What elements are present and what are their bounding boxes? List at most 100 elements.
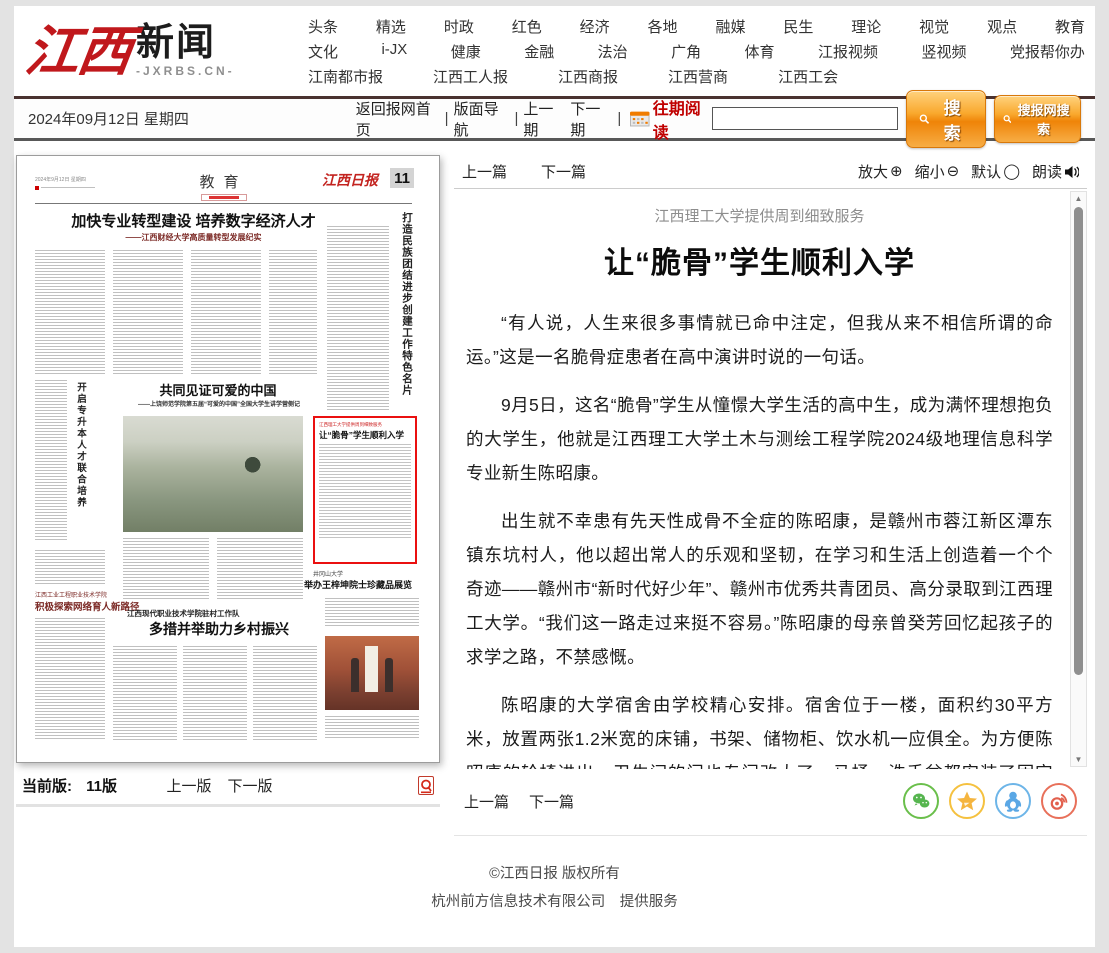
nav-item-jingji[interactable]: 经济: [580, 16, 610, 37]
nav-item-gongrenbao[interactable]: 江西工人报: [433, 66, 508, 87]
nav-item-jiangbao-video[interactable]: 江报视频: [818, 41, 878, 62]
newspaper-page-thumbnail[interactable]: 2024年9月12日 星期四 教育 江西日报 11 加快专业转型建设 培养数字经…: [16, 155, 440, 763]
mini-section-tag: [201, 194, 247, 201]
mini-box-title: 让“脆骨”学生顺利入学: [319, 430, 411, 441]
nav-item-shu-video[interactable]: 竖视频: [921, 41, 966, 62]
nav-item-gedi[interactable]: 各地: [648, 16, 678, 37]
search-input[interactable]: [712, 107, 898, 130]
fake-text-column: [325, 598, 419, 628]
scrollbar-thumb[interactable]: [1074, 207, 1083, 675]
weibo-icon: [1048, 790, 1070, 812]
mini-header-rule: [35, 203, 412, 204]
copyright-line: ©江西日报 版权所有: [14, 860, 1095, 888]
zoom-in-label: 放大: [858, 161, 888, 182]
next-article-link-bottom[interactable]: 下一篇: [529, 791, 574, 812]
nav-item-shizheng[interactable]: 时政: [444, 16, 474, 37]
nav-item-jiangnan[interactable]: 江南都市报: [308, 66, 383, 87]
prev-article-link-top[interactable]: 上一篇: [462, 161, 507, 182]
nav-row-1: 头条 精选 时政 红色 经济 各地 融媒 民生 理论 视觉 观点 教育: [308, 16, 1085, 37]
mini-photo-figure: [351, 658, 359, 692]
prev-issue-link[interactable]: 上一期: [523, 98, 565, 140]
nav-item-guandian[interactable]: 观点: [987, 16, 1017, 37]
article-scrollbar[interactable]: ▲ ▼: [1070, 191, 1087, 767]
mini-box-kicker: 江西理工大学提供周到细致服务: [319, 422, 411, 428]
prev-article-link-bottom[interactable]: 上一篇: [464, 791, 509, 812]
nav-item-dangbao[interactable]: 党报帮你办: [1010, 41, 1085, 62]
article-scroll-area: 江西理工大学提供周到细致服务 让“脆骨”学生顺利入学 “有人说，人生来很多事情就…: [454, 189, 1087, 769]
nav-item-gonghui[interactable]: 江西工会: [778, 66, 838, 87]
nav-item-yingshang[interactable]: 江西营商: [668, 66, 728, 87]
nav-item-lilun[interactable]: 理论: [851, 16, 881, 37]
article-toolbar: 上一篇 下一篇 放大 ⊕ 缩小 ⊖ 默认 ◯: [454, 155, 1087, 189]
search-button[interactable]: 搜 索: [906, 90, 985, 148]
share-wechat-button[interactable]: [903, 783, 939, 819]
site-search-button[interactable]: 搜报网搜索: [994, 95, 1081, 143]
read-aloud-button[interactable]: 朗读: [1032, 161, 1079, 182]
nav-item-wenhua[interactable]: 文化: [308, 41, 338, 62]
pdf-download-icon[interactable]: [418, 776, 434, 795]
site-footer: ©江西日报 版权所有 杭州前方信息技术有限公司 提供服务: [14, 836, 1095, 943]
calendar-icon: [630, 111, 650, 127]
wechat-icon: [911, 791, 931, 811]
fake-text-column: [123, 538, 209, 600]
page-thumbnail-column: 2024年9月12日 星期四 教育 江西日报 11 加快专业转型建设 培养数字经…: [16, 155, 440, 836]
current-page-value: 11版: [86, 778, 117, 795]
mini-headline-5: 多措并举助力乡村振兴: [113, 619, 325, 639]
nav-item-jingxuan[interactable]: 精选: [376, 16, 406, 37]
prev-page-link[interactable]: 上一版: [167, 775, 212, 796]
mini-vertical-headline-left: 开启专升本人才联合培养: [73, 382, 87, 542]
back-home-link[interactable]: 返回报网首页: [356, 98, 440, 140]
speaker-icon: [1064, 165, 1079, 179]
nav-item-guangjiao[interactable]: 广角: [671, 41, 701, 62]
scroll-up-arrow[interactable]: ▲: [1071, 194, 1086, 203]
article-paragraph: 陈昭康的大学宿舍由学校精心安排。宿舍位于一楼，面积约30平方米，放置两张1.2米…: [466, 688, 1053, 769]
article-column: 上一篇 下一篇 放大 ⊕ 缩小 ⊖ 默认 ◯: [454, 155, 1087, 836]
zoom-out-button[interactable]: 缩小 ⊖: [915, 161, 960, 182]
article-title: 让“脆骨”学生顺利入学: [466, 238, 1053, 282]
archive-link[interactable]: 往期阅读: [630, 95, 712, 143]
highlighted-article-box[interactable]: 江西理工大学提供周到细致服务 让“脆骨”学生顺利入学: [313, 416, 417, 564]
share-weibo-button[interactable]: [1041, 783, 1077, 819]
issue-links: 返回报网首页 | 版面导航 | 上一期 下一期 | 往期阅读: [356, 95, 713, 143]
share-qq-button[interactable]: [995, 783, 1031, 819]
nav-item-fazhi[interactable]: 法治: [598, 41, 628, 62]
nav-item-shangbao[interactable]: 江西商报: [558, 66, 618, 87]
fake-text-column: [113, 646, 177, 740]
reset-size-button[interactable]: 默认 ◯: [971, 161, 1020, 182]
nav-item-hongse[interactable]: 红色: [512, 16, 542, 37]
nav-item-rongmei[interactable]: 融媒: [715, 16, 745, 37]
mini-headline-3: 举办王梓坤院士珍藏品展览: [297, 578, 419, 591]
fake-text-column: [35, 250, 105, 374]
zoom-in-button[interactable]: 放大 ⊕: [858, 161, 903, 182]
logo-brand-script: 江西: [22, 24, 134, 78]
nav-item-shijue[interactable]: 视觉: [919, 16, 949, 37]
fake-text-column: [35, 380, 67, 542]
nav-item-jiankang[interactable]: 健康: [451, 41, 481, 62]
magnifier-icon: [1003, 114, 1012, 124]
fake-text-column: [269, 250, 317, 374]
next-issue-link[interactable]: 下一期: [570, 98, 612, 140]
nav-item-tiyu[interactable]: 体育: [745, 41, 775, 62]
mini-photo-1: [123, 416, 303, 532]
site-search-button-label: 搜报网搜索: [1015, 100, 1072, 138]
scroll-down-arrow[interactable]: ▼: [1071, 755, 1086, 764]
next-article-link-top[interactable]: 下一篇: [541, 161, 586, 182]
nav-row-2: 文化 i-JX 健康 金融 法治 广角 体育 江报视频 竖视频 党报帮你办: [308, 41, 1085, 62]
fake-text-column: [35, 550, 105, 584]
page-layout-link[interactable]: 版面导航: [454, 98, 510, 140]
nav-item-toutiao[interactable]: 头条: [308, 16, 338, 37]
site-logo[interactable]: 江西 新闻 -JXRBS.CN-: [26, 24, 294, 78]
mini-headline-3-kicker: 井冈山大学: [313, 569, 343, 578]
nav-item-jinrong[interactable]: 金融: [524, 41, 554, 62]
zoom-out-icon: ⊖: [947, 164, 960, 179]
nav-item-minsheng[interactable]: 民生: [783, 16, 813, 37]
mini-section-title: 教育: [199, 171, 247, 192]
mini-headline-4: 积极探索网络育人新路径: [35, 599, 140, 613]
share-qzone-button[interactable]: [949, 783, 985, 819]
mini-subhead-1: ——江西财经大学高质量转型发展纪实: [27, 232, 360, 243]
date-toolbar: 2024年09月12日 星期四 返回报网首页 | 版面导航 | 上一期 下一期 …: [14, 99, 1095, 141]
nav-item-jiaoyu[interactable]: 教育: [1055, 16, 1085, 37]
nav-item-ijx[interactable]: i-JX: [381, 41, 407, 62]
mini-headline-1: 加快专业转型建设 培养数字经济人才: [27, 210, 360, 231]
next-page-link[interactable]: 下一版: [228, 775, 273, 796]
